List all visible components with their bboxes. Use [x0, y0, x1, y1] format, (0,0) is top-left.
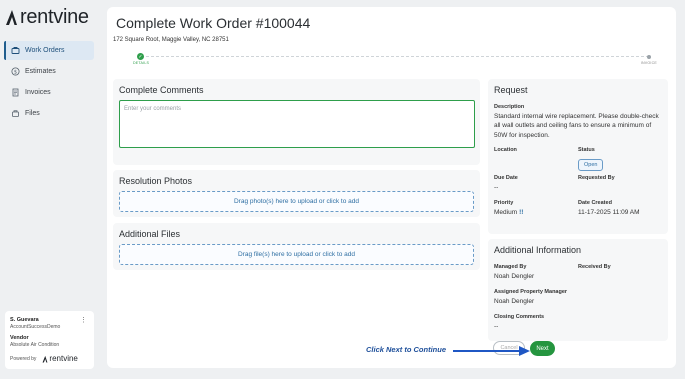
- user-name: S. Guevara: [10, 317, 39, 323]
- priority-value-wrap: Medium!!: [494, 208, 523, 217]
- powered-by-logo: rentvine: [42, 354, 78, 363]
- received-by-label: Received By: [578, 264, 611, 270]
- rentvine-logo[interactable]: rentvine: [5, 6, 89, 28]
- vendor-label: Vendor: [10, 335, 29, 341]
- status-wrap: Open: [578, 153, 604, 171]
- continue-hint: Click Next to Continue: [366, 345, 447, 354]
- file-dropzone[interactable]: Drag file(s) here to upload or click to …: [119, 244, 474, 265]
- powered-by-brand: rentvine: [49, 354, 78, 363]
- page-title: Complete Work Order #100044: [116, 15, 311, 31]
- status-badge: Open: [578, 159, 604, 171]
- svg-text:$: $: [14, 69, 17, 75]
- additional-files-card: Additional Files Drag file(s) here to up…: [113, 223, 480, 270]
- complete-comments-title: Complete Comments: [119, 85, 204, 95]
- resolution-photos-title: Resolution Photos: [119, 176, 193, 186]
- stepper-line: [141, 56, 649, 57]
- more-options-icon[interactable]: ⋮: [80, 317, 87, 324]
- step-label-details: DETAILS: [133, 61, 150, 65]
- sidebar-item-files[interactable]: Files: [4, 104, 94, 123]
- work-orders-icon: [11, 46, 20, 55]
- sidebar-item-work-orders[interactable]: Work Orders: [4, 41, 94, 60]
- user-card: S. Guevara AccountSuccessDemo ⋮ Vendor A…: [5, 311, 94, 369]
- request-card: Request Description Standard internal wi…: [488, 79, 668, 234]
- description-value: Standard internal wire replacement. Plea…: [494, 113, 659, 139]
- next-button[interactable]: Next: [530, 341, 555, 356]
- priority-value: Medium: [494, 209, 518, 216]
- requested-by-label: Requested By: [578, 175, 615, 181]
- resolution-photos-card: Resolution Photos Drag photo(s) here to …: [113, 170, 480, 217]
- arrow-right-icon: [453, 346, 530, 356]
- progress-stepper: ✓ DETAILS INVOICE: [131, 53, 657, 67]
- date-created-label: Date Created: [578, 200, 612, 206]
- powered-by: Powered by rentvine: [10, 354, 78, 363]
- dollar-icon: $: [11, 67, 20, 76]
- sidebar-item-label: Invoices: [25, 89, 51, 96]
- assigned-pm-label: Assigned Property Manager: [494, 289, 568, 295]
- step-pending-dot[interactable]: [647, 54, 651, 59]
- rentvine-small-logo-icon: [42, 355, 48, 363]
- managed-by-value: Noah Dengler: [494, 273, 535, 280]
- sidebar-item-label: Files: [25, 110, 40, 117]
- sidebar-item-estimates[interactable]: $ Estimates: [4, 62, 94, 81]
- complete-comments-card: Complete Comments: [113, 79, 480, 165]
- additional-information-card: Additional Information Managed By Noah D…: [488, 239, 668, 341]
- photo-dropzone[interactable]: Drag photo(s) here to upload or click to…: [119, 191, 474, 212]
- sidebar-item-invoices[interactable]: Invoices: [4, 83, 94, 102]
- due-date-value: --: [494, 184, 499, 191]
- sidebar-item-label: Estimates: [25, 68, 56, 75]
- step-complete-check-icon[interactable]: ✓: [137, 53, 144, 60]
- rentvine-logo-icon: [6, 10, 17, 25]
- file-icon: [11, 109, 20, 118]
- date-created-value: 11-17-2025 11:09 AM: [578, 209, 640, 216]
- priority-icon: !!: [519, 209, 524, 216]
- vendor-name: Absolute Air Condition: [10, 342, 60, 348]
- additional-information-title: Additional Information: [494, 245, 582, 255]
- invoice-icon: [11, 88, 20, 97]
- managed-by-label: Managed By: [494, 264, 527, 270]
- sidebar-item-label: Work Orders: [25, 47, 65, 54]
- brand-name: rentvine: [20, 5, 89, 28]
- due-date-label: Due Date: [494, 175, 518, 181]
- closing-comments-value: --: [494, 323, 499, 330]
- assigned-pm-value: Noah Dengler: [494, 298, 535, 305]
- powered-by-label: Powered by: [10, 355, 37, 362]
- location-label: Location: [494, 147, 517, 153]
- sidebar-nav: Work Orders $ Estimates Invoices Files: [4, 41, 94, 125]
- property-address: 172 Square Root, Maggie Valley, NC 28751: [113, 37, 229, 43]
- priority-label: Priority: [494, 200, 514, 206]
- closing-comments-label: Closing Comments: [494, 314, 545, 320]
- main-panel: Complete Work Order #100044 172 Square R…: [107, 7, 676, 368]
- user-account: AccountSuccessDemo: [10, 324, 61, 330]
- request-title: Request: [494, 85, 528, 95]
- description-label: Description: [494, 104, 525, 110]
- comments-textarea[interactable]: [119, 100, 475, 148]
- additional-files-title: Additional Files: [119, 229, 181, 239]
- step-label-invoice: INVOICE: [640, 61, 657, 65]
